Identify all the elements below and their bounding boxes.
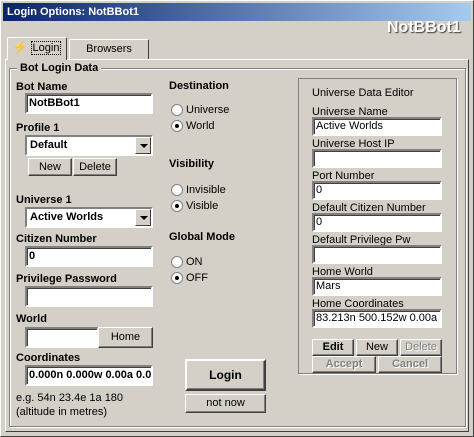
editor-new-button[interactable]: New xyxy=(356,339,398,356)
tab-browsers[interactable]: Browsers xyxy=(69,39,149,59)
bot-name-field[interactable]: NotBBot1 xyxy=(25,93,153,114)
global-on-radio[interactable]: ON xyxy=(171,256,203,269)
global-mode-label: Global Mode xyxy=(169,231,235,243)
login-options-window: Login Options: NotBBot1 NotBBot1 ⚡ Login… xyxy=(0,0,474,437)
visibility-visible-label: Visible xyxy=(186,200,219,212)
citizen-number-label: Citizen Number xyxy=(16,233,97,245)
profile-delete-button[interactable]: Delete xyxy=(73,158,117,176)
default-privilege-field[interactable] xyxy=(312,245,442,264)
tab-browsers-label: Browsers xyxy=(86,43,132,55)
window-title: Login Options: NotBBot1 xyxy=(7,6,139,18)
universe-name-field[interactable]: Active Worlds xyxy=(312,117,442,136)
radio-selected-icon xyxy=(171,120,183,133)
destination-universe-radio[interactable]: Universe xyxy=(171,104,230,117)
global-on-label: ON xyxy=(186,256,203,268)
radio-circle-icon xyxy=(171,104,183,117)
destination-label: Destination xyxy=(169,80,229,92)
coordinates-label: Coordinates xyxy=(16,352,81,364)
tab-login-label: Login xyxy=(30,41,62,55)
bot-name-label: Bot Name xyxy=(16,81,68,93)
editor-delete-button: Delete xyxy=(400,339,442,356)
chevron-down-icon[interactable] xyxy=(135,209,151,226)
radio-circle-icon xyxy=(171,256,183,269)
destination-world-label: World xyxy=(186,120,215,132)
default-citizen-field[interactable]: 0 xyxy=(312,213,442,232)
editor-accept-button: Accept xyxy=(312,356,376,373)
lightning-icon: ⚡ xyxy=(12,40,28,54)
tab-login[interactable]: ⚡ Login xyxy=(7,37,67,60)
editor-cancel-button: Cancel xyxy=(378,356,442,373)
global-off-label: OFF xyxy=(186,272,208,284)
coordinates-field[interactable]: 0.000n 0.000w 0.00a 0.0° xyxy=(25,365,153,386)
editor-edit-button[interactable]: Edit xyxy=(312,339,354,356)
profile-label: Profile 1 xyxy=(16,122,60,134)
coordinates-hint: e.g. 54n 23.4e 1a 180 xyxy=(16,392,124,404)
coordinates-hint-altitude: (altitude in metres) xyxy=(16,406,108,418)
host-ip-field[interactable] xyxy=(312,149,442,168)
citizen-number-field[interactable]: 0 xyxy=(25,246,153,267)
privilege-password-field[interactable] xyxy=(25,286,153,307)
visibility-visible-radio[interactable]: Visible xyxy=(171,200,219,213)
radio-circle-icon xyxy=(171,184,183,197)
chevron-down-icon[interactable] xyxy=(135,137,151,154)
profile-select-value: Default xyxy=(30,139,68,151)
world-label: World xyxy=(16,313,47,325)
visibility-invisible-label: Invisible xyxy=(186,184,226,196)
universe-select[interactable]: Active Worlds xyxy=(25,207,153,228)
universe-select-value: Active Worlds xyxy=(30,211,104,223)
home-world-field[interactable]: Mars xyxy=(312,277,442,296)
visibility-label: Visibility xyxy=(169,158,215,170)
global-off-radio[interactable]: OFF xyxy=(171,272,208,285)
bot-heading: NotBBot1 xyxy=(387,19,461,36)
port-number-field[interactable]: 0 xyxy=(312,181,442,200)
universe-label: Universe 1 xyxy=(16,194,72,206)
profile-new-button[interactable]: New xyxy=(28,158,72,176)
profile-select[interactable]: Default xyxy=(25,135,153,156)
radio-selected-icon xyxy=(171,200,183,213)
home-coordinates-field[interactable]: 83.213n 500.152w 0.00a 0 xyxy=(312,309,442,328)
destination-world-radio[interactable]: World xyxy=(171,120,215,133)
editor-title: Universe Data Editor xyxy=(312,87,414,99)
world-field[interactable] xyxy=(25,327,99,348)
radio-selected-icon xyxy=(171,272,183,285)
group-title: Bot Login Data xyxy=(17,62,102,74)
privilege-password-label: Privilege Password xyxy=(16,273,117,285)
visibility-invisible-radio[interactable]: Invisible xyxy=(171,184,226,197)
destination-universe-label: Universe xyxy=(186,104,230,116)
home-button[interactable]: Home xyxy=(98,327,153,348)
not-now-button[interactable]: not now xyxy=(185,394,266,413)
login-button[interactable]: Login xyxy=(185,359,266,391)
